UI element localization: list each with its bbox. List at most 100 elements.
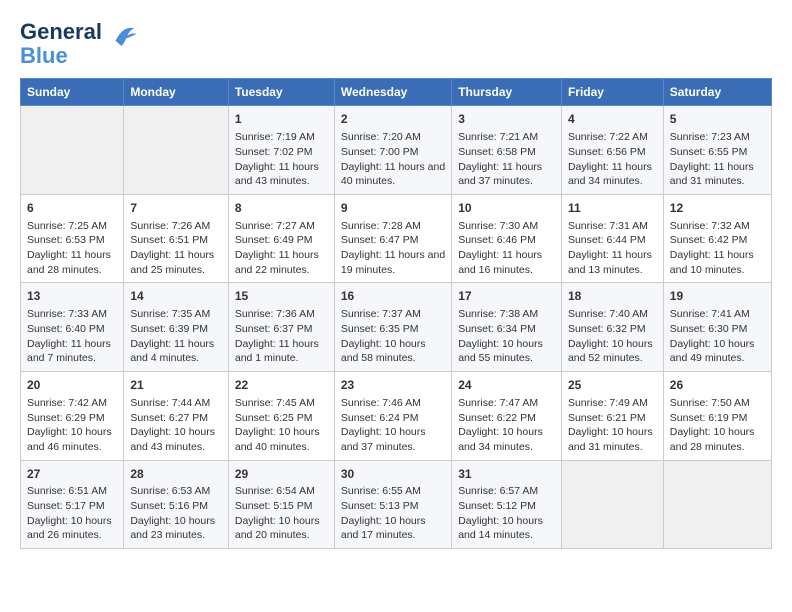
day-number: 11 — [568, 200, 657, 217]
day-content-line: Daylight: 11 hours and 34 minutes. — [568, 160, 657, 189]
day-content-line: Sunset: 6:49 PM — [235, 233, 328, 248]
day-content-line: Daylight: 10 hours and 31 minutes. — [568, 425, 657, 454]
day-content-line: Sunset: 6:40 PM — [27, 322, 117, 337]
day-content-line: Sunrise: 7:45 AM — [235, 396, 328, 411]
day-content-line: Sunrise: 7:25 AM — [27, 219, 117, 234]
day-number: 8 — [235, 200, 328, 217]
day-content-line: Sunrise: 7:35 AM — [130, 307, 222, 322]
calendar-day-cell: 24Sunrise: 7:47 AMSunset: 6:22 PMDayligh… — [452, 372, 562, 461]
calendar-day-cell: 23Sunrise: 7:46 AMSunset: 6:24 PMDayligh… — [334, 372, 451, 461]
day-number: 28 — [130, 466, 222, 483]
day-content-line: Daylight: 10 hours and 17 minutes. — [341, 514, 445, 543]
day-content-line: Daylight: 11 hours and 10 minutes. — [670, 248, 765, 277]
calendar-day-cell: 6 Sunrise: 7:25 AMSunset: 6:53 PMDaylight… — [21, 194, 124, 283]
day-content-line: Sunset: 6:46 PM — [458, 233, 555, 248]
day-content-line: Sunrise: 7:33 AM — [27, 307, 117, 322]
day-content-line: Sunset: 6:30 PM — [670, 322, 765, 337]
day-content-line: Sunset: 6:37 PM — [235, 322, 328, 337]
day-content-line: Daylight: 10 hours and 26 minutes. — [27, 514, 117, 543]
day-content-line: Daylight: 11 hours and 28 minutes. — [27, 248, 117, 277]
day-content-line: Daylight: 11 hours and 7 minutes. — [27, 337, 117, 366]
day-number: 2 — [341, 111, 445, 128]
calendar-header-cell: Sunday — [21, 79, 124, 106]
calendar-day-cell: 3Sunrise: 7:21 AMSunset: 6:58 PMDaylight… — [452, 106, 562, 195]
calendar-week-row: 27Sunrise: 6:51 AMSunset: 5:17 PMDayligh… — [21, 460, 772, 549]
day-number: 9 — [341, 200, 445, 217]
calendar-day-cell: 8 Sunrise: 7:27 AMSunset: 6:49 PMDaylight… — [228, 194, 334, 283]
day-number: 24 — [458, 377, 555, 394]
day-content-line: Sunrise: 7:42 AM — [27, 396, 117, 411]
day-content-line: Sunset: 6:44 PM — [568, 233, 657, 248]
day-content-line: Sunset: 6:55 PM — [670, 145, 765, 160]
day-content-line: Daylight: 11 hours and 25 minutes. — [130, 248, 222, 277]
day-number: 29 — [235, 466, 328, 483]
calendar-body: 1Sunrise: 7:19 AMSunset: 7:02 PMDaylight… — [21, 106, 772, 549]
day-number: 27 — [27, 466, 117, 483]
day-content-line: Sunrise: 7:36 AM — [235, 307, 328, 322]
day-number: 7 — [130, 200, 222, 217]
calendar-day-cell: 16Sunrise: 7:37 AMSunset: 6:35 PMDayligh… — [334, 283, 451, 372]
calendar-day-cell: 21Sunrise: 7:44 AMSunset: 6:27 PMDayligh… — [124, 372, 229, 461]
calendar-day-cell — [21, 106, 124, 195]
day-number: 21 — [130, 377, 222, 394]
calendar-week-row: 13Sunrise: 7:33 AMSunset: 6:40 PMDayligh… — [21, 283, 772, 372]
calendar-header-cell: Thursday — [452, 79, 562, 106]
day-number: 10 — [458, 200, 555, 217]
day-number: 22 — [235, 377, 328, 394]
day-content-line: Sunset: 6:22 PM — [458, 411, 555, 426]
calendar-day-cell: 5Sunrise: 7:23 AMSunset: 6:55 PMDaylight… — [663, 106, 771, 195]
day-content-line: Sunrise: 7:30 AM — [458, 219, 555, 234]
calendar-day-cell: 15Sunrise: 7:36 AMSunset: 6:37 PMDayligh… — [228, 283, 334, 372]
calendar-day-cell: 11Sunrise: 7:31 AMSunset: 6:44 PMDayligh… — [561, 194, 663, 283]
day-content-line: Sunrise: 7:46 AM — [341, 396, 445, 411]
calendar-day-cell: 20Sunrise: 7:42 AMSunset: 6:29 PMDayligh… — [21, 372, 124, 461]
day-content-line: Sunset: 6:19 PM — [670, 411, 765, 426]
day-content-line: Daylight: 10 hours and 58 minutes. — [341, 337, 445, 366]
day-content-line: Sunrise: 7:44 AM — [130, 396, 222, 411]
day-content-line: Sunset: 6:53 PM — [27, 233, 117, 248]
day-content-line: Daylight: 11 hours and 31 minutes. — [670, 160, 765, 189]
calendar-day-cell: 14Sunrise: 7:35 AMSunset: 6:39 PMDayligh… — [124, 283, 229, 372]
day-number: 1 — [235, 111, 328, 128]
day-number: 6 — [27, 200, 117, 217]
day-content-line: Daylight: 10 hours and 52 minutes. — [568, 337, 657, 366]
day-content-line: Daylight: 11 hours and 13 minutes. — [568, 248, 657, 277]
calendar-header-cell: Friday — [561, 79, 663, 106]
day-content-line: Sunset: 6:24 PM — [341, 411, 445, 426]
calendar-week-row: 20Sunrise: 7:42 AMSunset: 6:29 PMDayligh… — [21, 372, 772, 461]
day-content-line: Sunset: 5:12 PM — [458, 499, 555, 514]
day-number: 12 — [670, 200, 765, 217]
day-content-line: Sunrise: 7:41 AM — [670, 307, 765, 322]
day-number: 30 — [341, 466, 445, 483]
calendar-day-cell: 30Sunrise: 6:55 AMSunset: 5:13 PMDayligh… — [334, 460, 451, 549]
calendar-day-cell: 10 Sunrise: 7:30 AMSunset: 6:46 PMDayligh… — [452, 194, 562, 283]
day-content-line: Sunrise: 7:27 AM — [235, 219, 328, 234]
day-content-line: Daylight: 10 hours and 34 minutes. — [458, 425, 555, 454]
day-content-line: Daylight: 10 hours and 46 minutes. — [27, 425, 117, 454]
day-content-line: Sunset: 7:00 PM — [341, 145, 445, 160]
day-content-line: Daylight: 10 hours and 37 minutes. — [341, 425, 445, 454]
day-content-line: Daylight: 11 hours and 37 minutes. — [458, 160, 555, 189]
calendar-day-cell: 2Sunrise: 7:20 AMSunset: 7:00 PMDaylight… — [334, 106, 451, 195]
day-number: 26 — [670, 377, 765, 394]
calendar-day-cell: 17Sunrise: 7:38 AMSunset: 6:34 PMDayligh… — [452, 283, 562, 372]
day-content-line: Daylight: 11 hours and 19 minutes. — [341, 248, 445, 277]
day-content-line: Sunrise: 6:51 AM — [27, 484, 117, 499]
day-content-line: Daylight: 10 hours and 55 minutes. — [458, 337, 555, 366]
calendar-header-cell: Tuesday — [228, 79, 334, 106]
day-number: 16 — [341, 288, 445, 305]
day-content-line: Daylight: 11 hours and 16 minutes. — [458, 248, 555, 277]
calendar-day-cell: 7Sunrise: 7:26 AMSunset: 6:51 PMDaylight… — [124, 194, 229, 283]
calendar-week-row: 1Sunrise: 7:19 AMSunset: 7:02 PMDaylight… — [21, 106, 772, 195]
day-content-line: Sunset: 5:17 PM — [27, 499, 117, 514]
day-content-line: Daylight: 10 hours and 23 minutes. — [130, 514, 222, 543]
day-content-line: Sunrise: 7:20 AM — [341, 130, 445, 145]
day-content-line: Daylight: 10 hours and 14 minutes. — [458, 514, 555, 543]
calendar-day-cell: 26Sunrise: 7:50 AMSunset: 6:19 PMDayligh… — [663, 372, 771, 461]
day-content-line: Sunrise: 7:40 AM — [568, 307, 657, 322]
calendar-day-cell: 29Sunrise: 6:54 AMSunset: 5:15 PMDayligh… — [228, 460, 334, 549]
day-content-line: Sunrise: 7:32 AM — [670, 219, 765, 234]
day-content-line: Sunset: 6:29 PM — [27, 411, 117, 426]
calendar-header-cell: Saturday — [663, 79, 771, 106]
day-content-line: Daylight: 11 hours and 22 minutes. — [235, 248, 328, 277]
